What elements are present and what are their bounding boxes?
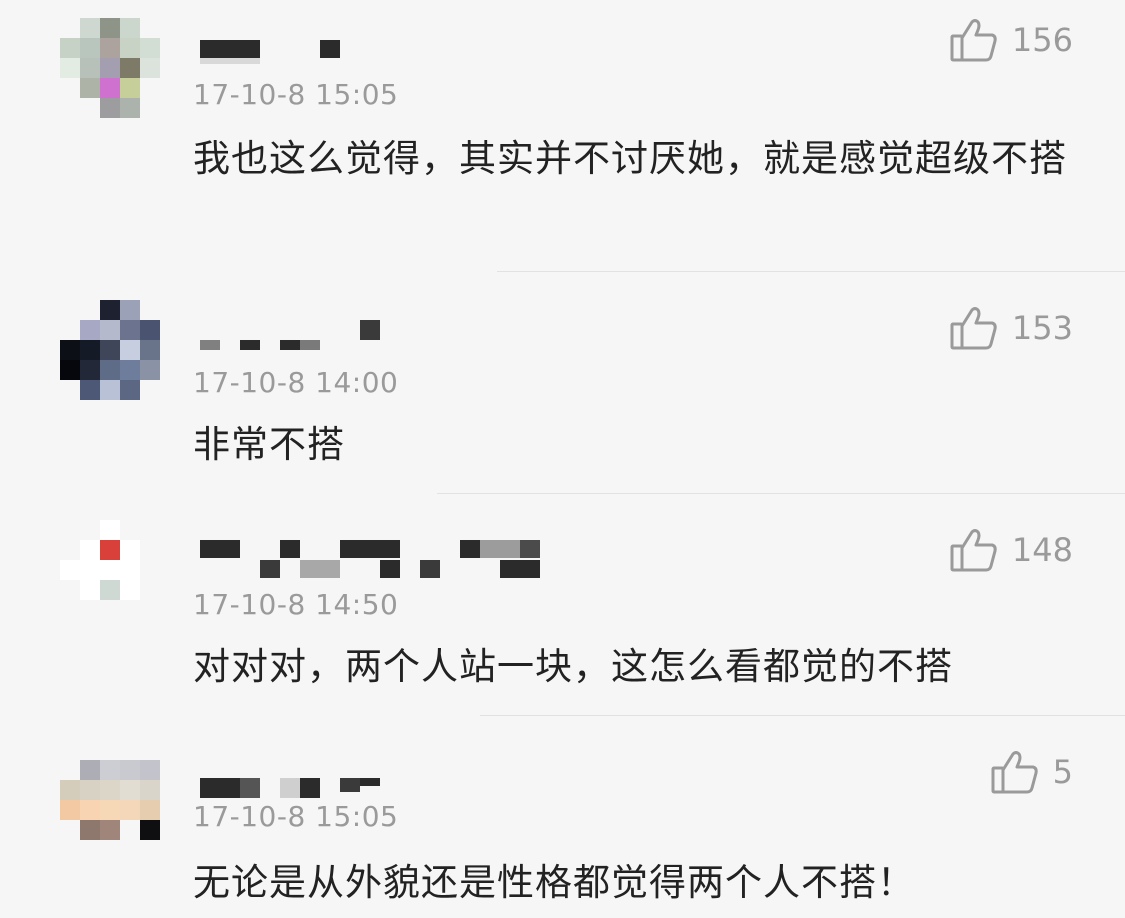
thumbs-up-icon <box>950 19 997 62</box>
comment-text: 非常不搭 <box>193 423 345 466</box>
avatar[interactable] <box>60 300 160 400</box>
comment-item: 17-10-8 14:00 非常不搭 153 <box>0 272 1125 494</box>
comment-text: 我也这么觉得，其实并不讨厌她，就是感觉超级不搭 <box>193 137 1067 180</box>
avatar[interactable] <box>60 18 160 118</box>
thumbs-up-icon <box>991 751 1038 794</box>
comment-text: 无论是从外貌还是性格都觉得两个人不搭！ <box>193 861 915 904</box>
comment-time: 17-10-8 15:05 <box>193 78 399 111</box>
comment-item: 17-10-8 15:05 我也这么觉得，其实并不讨厌她，就是感觉超级不搭 15… <box>0 0 1125 272</box>
like-button[interactable]: 153 <box>950 306 1073 350</box>
username-blurred[interactable] <box>200 38 360 78</box>
comment-time: 17-10-8 14:00 <box>193 366 399 399</box>
like-count: 5 <box>1052 753 1073 791</box>
thumbs-up-icon <box>950 307 997 350</box>
thumbs-up-icon <box>950 529 997 572</box>
like-count: 156 <box>1011 21 1073 59</box>
username-blurred[interactable] <box>200 540 550 580</box>
username-blurred[interactable] <box>200 320 390 360</box>
like-button[interactable]: 5 <box>991 750 1073 794</box>
comment-item: 17-10-8 14:50 对对对，两个人站一块，这怎么看都觉的不搭 148 <box>0 494 1125 716</box>
like-count: 153 <box>1011 309 1073 347</box>
comment-item: 17-10-8 15:05 无论是从外貌还是性格都觉得两个人不搭！ 5 <box>0 716 1125 918</box>
like-button[interactable]: 148 <box>950 528 1073 572</box>
like-count: 148 <box>1011 531 1073 569</box>
avatar[interactable] <box>60 520 160 620</box>
avatar[interactable] <box>60 760 160 860</box>
comment-time: 17-10-8 14:50 <box>193 588 399 621</box>
like-button[interactable]: 156 <box>950 18 1073 62</box>
comment-time: 17-10-8 15:05 <box>193 800 399 833</box>
comment-text: 对对对，两个人站一块，这怎么看都觉的不搭 <box>193 645 953 688</box>
